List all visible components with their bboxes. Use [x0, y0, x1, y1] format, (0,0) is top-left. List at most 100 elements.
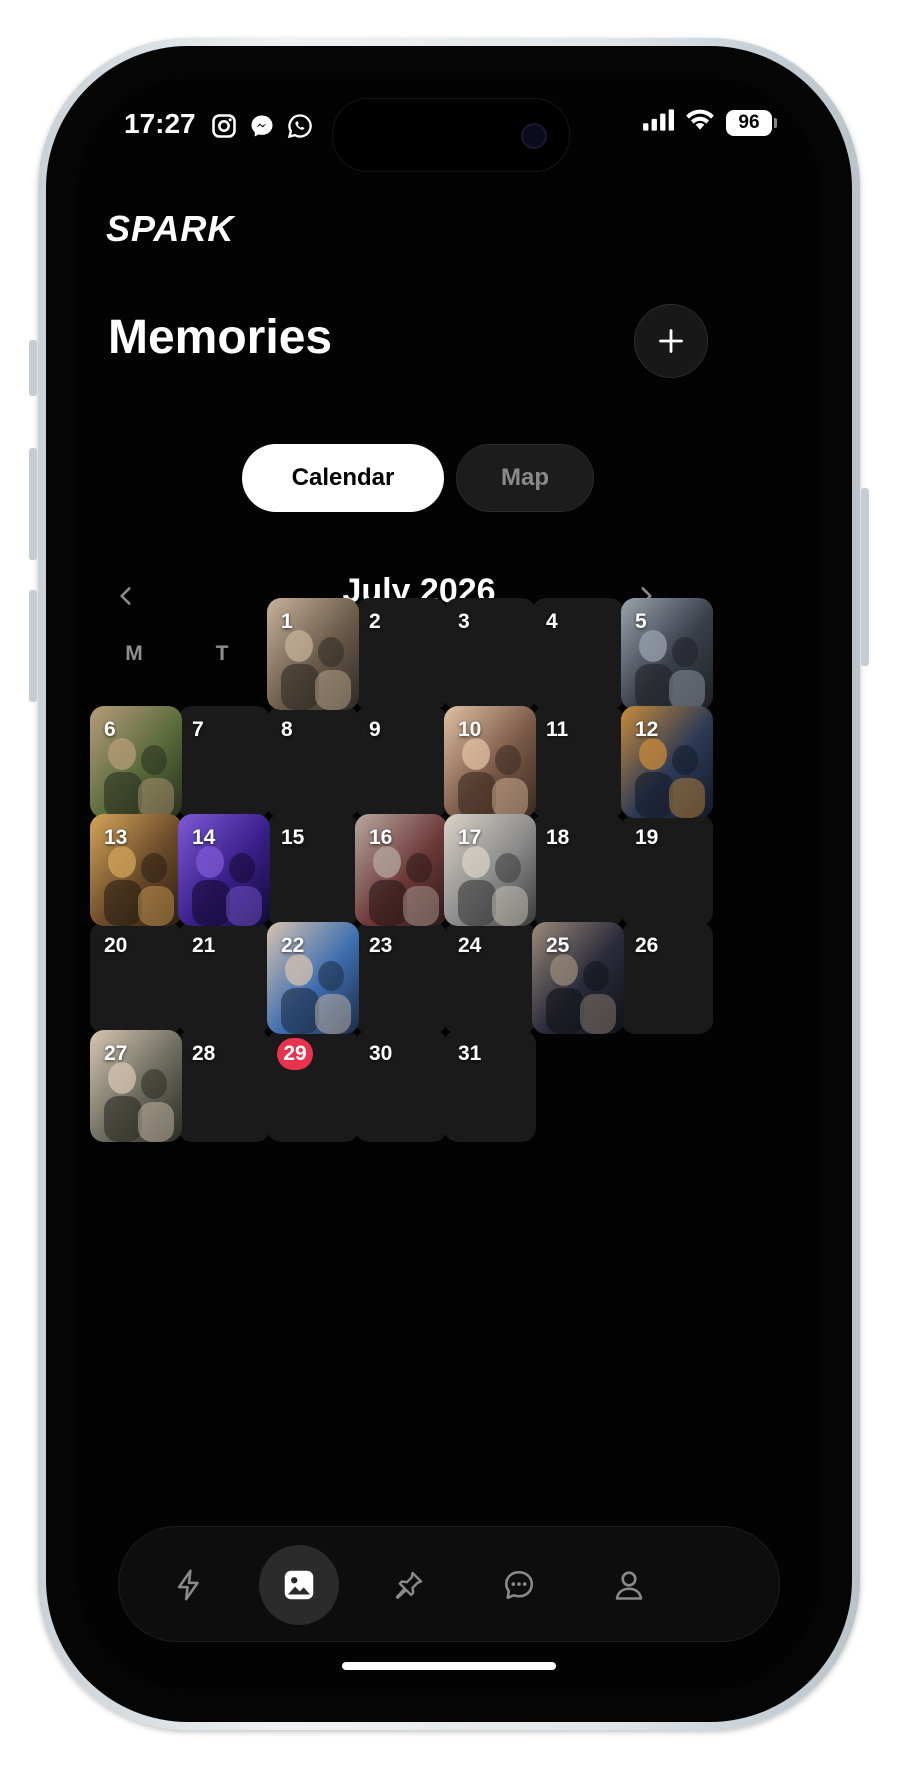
calendar-day-number: 4 [546, 610, 558, 633]
calendar-day-number: 21 [192, 934, 216, 957]
calendar-day-cell[interactable]: 10 [444, 706, 536, 818]
calendar-day-cell[interactable]: 30 [355, 1030, 447, 1142]
calendar-day-number: 23 [369, 934, 393, 957]
weekday-label: M [125, 642, 143, 665]
chat-bubble-icon [504, 1570, 534, 1600]
status-system-icons: 96 [642, 108, 777, 137]
action-button [29, 340, 37, 396]
calendar-day-cell[interactable]: 14 [178, 814, 270, 926]
calendar-day-cell[interactable]: 31 [444, 1030, 536, 1142]
calendar-day-number: 28 [192, 1042, 216, 1065]
calendar-day-cell[interactable]: 4 [532, 598, 624, 710]
calendar-day-number: 22 [281, 934, 305, 957]
wifi-icon [684, 108, 716, 137]
calendar-day-cell[interactable]: 18 [532, 814, 624, 926]
battery-icon: 96 [726, 109, 777, 136]
calendar-day-number: 25 [546, 934, 570, 957]
calendar-day-cell-today[interactable]: 29 [267, 1030, 359, 1142]
calendar-day-cell[interactable]: 21 [178, 922, 270, 1034]
messenger-icon [248, 112, 276, 140]
calendar-day-number: 18 [546, 826, 570, 849]
calendar-day-cell[interactable]: 19 [621, 814, 713, 926]
power-button [861, 488, 869, 666]
calendar-day-cell[interactable]: 24 [444, 922, 536, 1034]
calendar-day-cell[interactable]: 16 [355, 814, 447, 926]
previous-month-button[interactable] [104, 574, 148, 618]
add-memory-button[interactable] [634, 304, 708, 378]
calendar-day-number: 17 [458, 826, 482, 849]
calendar-day-cell[interactable]: 6 [90, 706, 182, 818]
person-icon [615, 1571, 643, 1600]
weekday-label: T [215, 642, 229, 665]
calendar-day-number: 16 [369, 826, 393, 849]
calendar-day-cell[interactable]: 1 [267, 598, 359, 710]
dynamic-island [332, 98, 570, 172]
calendar-day-cell[interactable]: 27 [90, 1030, 182, 1142]
calendar-toggle-button[interactable]: Calendar [242, 444, 444, 512]
tab-chat[interactable] [479, 1545, 559, 1625]
calendar-day-cell[interactable]: 28 [178, 1030, 270, 1142]
calendar-day-number: 12 [635, 718, 659, 741]
photo-icon [284, 1570, 314, 1600]
calendar-day-number: 26 [635, 934, 659, 957]
calendar-day-cell[interactable]: 15 [267, 814, 359, 926]
calendar-day-cell[interactable]: 8 [267, 706, 359, 818]
tab-pins[interactable] [369, 1545, 449, 1625]
page-title: Memories [108, 311, 333, 364]
calendar-day-number: 9 [369, 718, 381, 741]
calendar-day-cell[interactable]: 3 [444, 598, 536, 710]
calendar-day-number: 8 [281, 718, 293, 741]
calendar-day-cell[interactable]: 17 [444, 814, 536, 926]
calendar-day-number: 31 [458, 1042, 482, 1065]
calendar-day-number: 7 [192, 718, 204, 741]
map-toggle-button[interactable]: Map [456, 444, 594, 512]
battery-level: 96 [738, 111, 760, 133]
calendar-day-cell[interactable]: 23 [355, 922, 447, 1034]
calendar-day-cell[interactable]: 2 [355, 598, 447, 710]
instagram-icon [210, 112, 238, 140]
calendar-day-cell[interactable]: 25 [532, 922, 624, 1034]
camera-lens [521, 123, 547, 149]
screen: 17:27 96 SPARK Memories Calendar Map Jul… [78, 78, 820, 1690]
calendar-day-number: 15 [281, 826, 305, 849]
calendar-day-cell[interactable]: 12 [621, 706, 713, 818]
calendar-day-number: 20 [104, 934, 128, 957]
status-bar: 17:27 96 [78, 78, 820, 172]
calendar-day-number: 5 [635, 610, 647, 633]
calendar-day-number: 30 [369, 1042, 393, 1065]
calendar-day-number: 13 [104, 826, 128, 849]
lightning-icon [177, 1569, 199, 1601]
chevron-left-icon [120, 587, 131, 605]
calendar-day-number: 3 [458, 610, 470, 633]
status-time: 17:27 [124, 108, 196, 139]
calendar-day-number: 19 [635, 826, 659, 849]
calendar-day-number: 11 [546, 718, 569, 741]
app-logo: SPARK [106, 208, 235, 249]
tab-memories[interactable] [259, 1545, 339, 1625]
calendar-day-number: 14 [192, 826, 216, 849]
calendar-day-number: 24 [458, 934, 482, 957]
volume-down-button [29, 590, 37, 702]
calendar-day-cell[interactable]: 26 [621, 922, 713, 1034]
calendar-day-number: 29 [277, 1038, 313, 1070]
tab-bar [118, 1526, 780, 1642]
tab-profile[interactable] [589, 1545, 669, 1625]
status-app-icons [210, 112, 314, 140]
calendar-day-cell[interactable]: 22 [267, 922, 359, 1034]
calendar-day-number: 6 [104, 718, 116, 741]
calendar-day-cell[interactable]: 20 [90, 922, 182, 1034]
calendar-day-number: 2 [369, 610, 381, 633]
calendar-day-number: 27 [104, 1042, 128, 1065]
calendar-day-cell[interactable]: 13 [90, 814, 182, 926]
volume-up-button [29, 448, 37, 560]
calendar-day-cell[interactable]: 5 [621, 598, 713, 710]
calendar-day-number: 1 [281, 610, 293, 633]
pin-icon [395, 1571, 423, 1599]
plus-icon [659, 329, 683, 353]
calendar-day-cell[interactable]: 9 [355, 706, 447, 818]
tab-spark[interactable] [149, 1545, 229, 1625]
calendar-day-cell[interactable]: 7 [178, 706, 270, 818]
home-indicator [342, 1662, 556, 1670]
whatsapp-icon [286, 112, 314, 140]
calendar-day-cell[interactable]: 11 [532, 706, 624, 818]
